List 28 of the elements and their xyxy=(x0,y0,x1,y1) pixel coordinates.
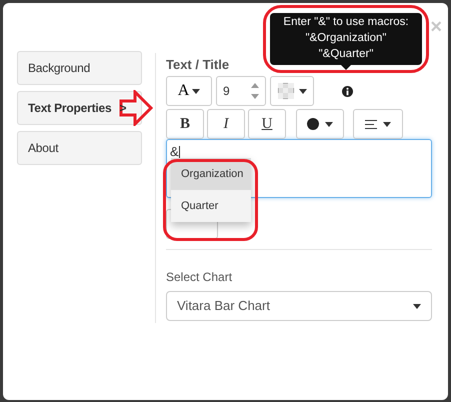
circle-icon xyxy=(307,118,319,130)
section-label: Text / Title xyxy=(166,56,230,74)
align-left-icon xyxy=(365,120,377,128)
caret-icon xyxy=(383,122,391,126)
pointer-arrow-icon xyxy=(119,90,153,126)
transparent-swatch-icon xyxy=(278,83,294,99)
format-button[interactable]: B xyxy=(166,109,204,139)
font-button[interactable]: A xyxy=(166,76,212,106)
spinner-arrows-icon xyxy=(251,82,259,100)
dropdown-arrow-icon xyxy=(413,304,421,308)
format-button[interactable]: U xyxy=(248,109,286,139)
tooltip-line: Enter "&" to use macros: xyxy=(282,15,410,30)
caret-icon xyxy=(192,88,200,94)
tooltip-line: "&Organization" xyxy=(304,31,388,46)
text-color-button[interactable] xyxy=(296,109,344,139)
font-size-spinner[interactable]: 9 xyxy=(216,76,266,106)
suggestion-item[interactable]: Organization xyxy=(171,158,251,190)
caret-icon xyxy=(325,122,333,126)
format-button[interactable]: I xyxy=(207,109,245,139)
tooltip-line: "&Quarter" xyxy=(318,47,374,62)
color-button[interactable] xyxy=(270,76,314,106)
sidebar-tab[interactable]: Background xyxy=(17,51,142,85)
field-label: Select Chart xyxy=(166,269,234,286)
sidebar-tab[interactable]: About xyxy=(17,131,142,165)
info-icon[interactable] xyxy=(342,86,353,96)
align-button[interactable] xyxy=(353,109,403,139)
chart-select[interactable]: Vitara Bar Chart xyxy=(166,291,432,321)
caret-icon xyxy=(298,88,306,94)
